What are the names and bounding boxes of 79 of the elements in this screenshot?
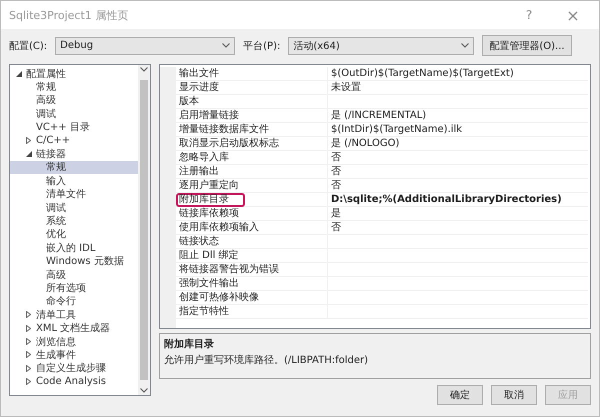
platform-label: 平台(P): bbox=[243, 40, 280, 52]
tree-item[interactable]: 配置属性 bbox=[10, 67, 138, 80]
tree-item[interactable]: VC++ 目录 bbox=[10, 120, 138, 134]
tree-item[interactable]: Windows 元数据 bbox=[10, 254, 138, 268]
config-manager-button[interactable]: 配置管理器(O)... bbox=[482, 35, 572, 56]
platform-dropdown[interactable]: 活动(x64) bbox=[288, 36, 474, 54]
property-name[interactable]: 使用库依赖项输入 bbox=[176, 221, 275, 235]
tree-item[interactable]: 调试 bbox=[10, 200, 138, 214]
tree-item[interactable]: 输入 bbox=[10, 174, 138, 188]
property-name[interactable]: 逐用户重定向 bbox=[176, 179, 255, 193]
tree-item[interactable]: C/C++ bbox=[10, 134, 138, 148]
property-name[interactable]: 输出文件 bbox=[176, 67, 235, 81]
tree-item[interactable]: 系统 bbox=[10, 214, 138, 228]
property-name[interactable]: 显示进度 bbox=[176, 81, 235, 95]
tree-item[interactable]: 浏览信息 bbox=[10, 334, 138, 348]
property-value[interactable]: 是 (/NOLOGO) bbox=[328, 137, 588, 151]
property-value[interactable]: 否 bbox=[328, 221, 588, 235]
dialog-button[interactable]: 取消 bbox=[491, 385, 537, 405]
property-name[interactable]: 增量链接数据库文件 bbox=[176, 123, 285, 137]
collapsed-icon[interactable] bbox=[26, 364, 31, 372]
dialog-button[interactable]: 确定 bbox=[437, 385, 483, 405]
caret-icon bbox=[461, 43, 470, 48]
description-text: 允许用户重写环境库路径。(/LIBPATH:folder) bbox=[164, 354, 370, 367]
help-button[interactable]: ? bbox=[511, 8, 547, 22]
tree-item[interactable]: 生成事件 bbox=[10, 348, 138, 362]
collapsed-icon[interactable] bbox=[26, 378, 31, 386]
tree-item[interactable]: 高级 bbox=[10, 268, 138, 282]
expanded-icon[interactable] bbox=[16, 70, 22, 77]
tree-item[interactable]: 高级 bbox=[10, 94, 138, 108]
tree-item[interactable]: 常规 bbox=[10, 160, 138, 174]
collapsed-icon[interactable] bbox=[26, 324, 31, 332]
property-value[interactable]: $(OutDir)$(TargetName)$(TargetExt) bbox=[328, 67, 588, 81]
collapsed-icon[interactable] bbox=[26, 351, 31, 358]
property-name[interactable]: 注册输出 bbox=[176, 165, 235, 179]
property-value[interactable]: 否 bbox=[328, 151, 588, 165]
tree-item[interactable]: XML 文档生成器 bbox=[10, 321, 138, 335]
property-name[interactable]: 版本 bbox=[176, 95, 215, 109]
property-value[interactable]: 是 (/INCREMENTAL) bbox=[328, 109, 588, 123]
property-name[interactable]: 取消显示启动版权标志 bbox=[176, 137, 295, 151]
tree-item[interactable]: 调试 bbox=[10, 107, 138, 121]
property-value[interactable]: 未设置 bbox=[328, 81, 588, 95]
tree-item[interactable]: 清单工具 bbox=[10, 308, 138, 322]
expanded-icon[interactable] bbox=[26, 151, 32, 158]
property-name[interactable]: 创建可热修补映像 bbox=[176, 291, 275, 305]
property-name[interactable]: 忽略导入库 bbox=[176, 151, 245, 165]
property-value[interactable]: $(IntDir)$(TargetName).ilk bbox=[328, 123, 588, 137]
property-name[interactable]: 链接库依赖项 bbox=[176, 207, 255, 221]
caret-icon bbox=[222, 43, 230, 48]
property-name[interactable]: 强制文件输出 bbox=[176, 277, 255, 291]
collapsed-icon[interactable] bbox=[26, 137, 31, 144]
tree-item[interactable]: 嵌入的 IDL bbox=[10, 241, 138, 254]
tree-item[interactable]: 常规 bbox=[10, 80, 138, 94]
property-name[interactable]: 将链接器警告视为错误 bbox=[176, 263, 295, 277]
property-value[interactable]: D:\sqlite;%(AdditionalLibraryDirectories) bbox=[328, 193, 588, 207]
scroll-up-icon bbox=[140, 67, 148, 72]
tree-item[interactable]: 清单文件 bbox=[10, 188, 138, 201]
config-label: 配置(C): bbox=[9, 40, 48, 52]
tree-item[interactable]: 命令行 bbox=[10, 294, 138, 308]
tree-item[interactable]: 所有选项 bbox=[10, 281, 138, 295]
tree-item[interactable]: 优化 bbox=[10, 228, 138, 242]
property-name[interactable]: 链接状态 bbox=[176, 235, 235, 249]
close-button[interactable]: × bbox=[555, 6, 591, 24]
property-name[interactable]: 指定节特性 bbox=[176, 305, 245, 319]
property-value[interactable]: 否 bbox=[328, 179, 588, 193]
collapsed-icon[interactable] bbox=[26, 338, 31, 345]
config-dropdown[interactable]: Debug bbox=[55, 36, 236, 54]
property-name[interactable]: 启用增量链接 bbox=[176, 109, 255, 123]
property-value[interactable]: 是 bbox=[328, 207, 588, 221]
property-name[interactable]: 附加库目录 bbox=[176, 193, 245, 207]
property-name[interactable]: 阻止 Dll 绑定 bbox=[176, 249, 255, 263]
description-title: 附加库目录 bbox=[164, 337, 215, 351]
tree-item[interactable]: Code Analysis bbox=[10, 374, 138, 388]
collapsed-icon[interactable] bbox=[26, 311, 31, 318]
scroll-down-icon bbox=[140, 388, 148, 393]
window-title: Sqlite3Project1 属性页 bbox=[9, 8, 130, 22]
scrollbar[interactable] bbox=[138, 65, 150, 395]
tree-item[interactable]: 链接器 bbox=[10, 147, 138, 161]
property-value[interactable]: 否 bbox=[328, 165, 588, 179]
tree-item[interactable]: 自定义生成步骤 bbox=[10, 362, 138, 375]
